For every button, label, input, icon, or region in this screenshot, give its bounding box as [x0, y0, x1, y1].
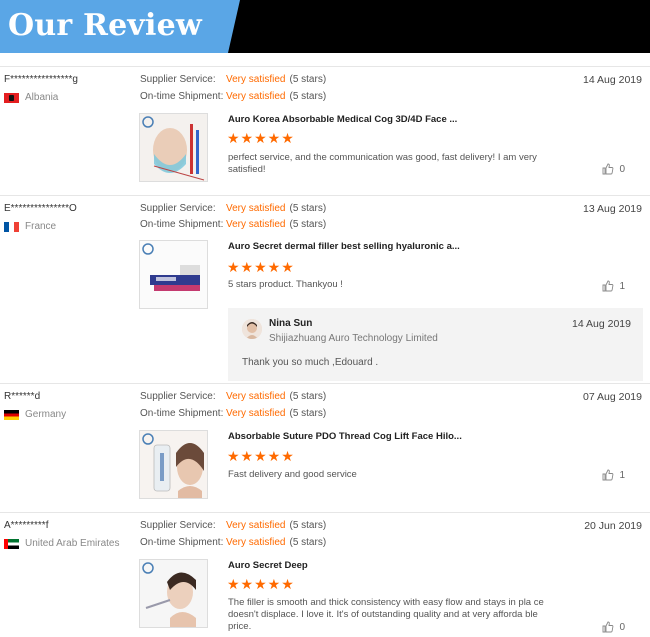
review-text: Fast delivery and good service [228, 469, 357, 480]
shipment-stars: (5 stars) [289, 91, 327, 102]
albania-flag-icon [4, 92, 19, 103]
country-label: United Arab Emirates [25, 538, 120, 549]
supplier-service-row: Supplier Service: Very satisfied (5 stars) [140, 74, 326, 85]
supplier-service-stars: (5 stars) [289, 74, 327, 85]
divider [0, 512, 650, 513]
reply-date: 14 Aug 2019 [572, 318, 631, 330]
product-thumbnail[interactable] [139, 113, 208, 182]
shipment-row: On-time Shipment: Very satisfied (5 stars) [140, 219, 326, 230]
product-thumbnail[interactable] [139, 559, 208, 628]
shipment-stars: (5 stars) [289, 408, 327, 419]
shipment-label: On-time Shipment: [140, 91, 224, 102]
reviewer-country: Albania [4, 92, 58, 103]
reviewer-name: A*********f [4, 520, 49, 531]
supplier-service-row: Supplier Service: Very satisfied (5 stars) [140, 520, 326, 531]
shipment-stars: (5 stars) [289, 219, 327, 230]
shipment-value: Very satisfied [226, 219, 286, 230]
review-date: 20 Jun 2019 [584, 520, 642, 532]
shipment-value: Very satisfied [226, 91, 286, 102]
avatar [242, 319, 262, 339]
review-date: 13 Aug 2019 [583, 203, 642, 215]
reply-company: Shijiazhuang Auro Technology Limited [269, 333, 438, 344]
shipment-row: On-time Shipment: Very satisfied (5 stars) [140, 91, 326, 102]
product-name[interactable]: Auro Secret dermal filler best selling h… [228, 241, 460, 252]
reviewer-country: France [4, 221, 56, 232]
supplier-service-value: Very satisfied [226, 520, 286, 531]
supplier-service-row: Supplier Service: Very satisfied (5 stars) [140, 203, 326, 214]
shipment-label: On-time Shipment: [140, 537, 224, 548]
country-label: France [25, 221, 57, 232]
supplier-service-row: Supplier Service: Very satisfied (5 stars) [140, 391, 326, 402]
shipment-value: Very satisfied [226, 537, 286, 548]
thumbs-up-icon [602, 163, 614, 175]
supplier-service-value: Very satisfied [226, 74, 286, 85]
divider [0, 66, 650, 67]
supplier-service-label: Supplier Service: [140, 520, 216, 531]
like-count: 0 [619, 621, 625, 633]
review-date: 14 Aug 2019 [583, 74, 642, 86]
product-thumbnail[interactable] [139, 430, 208, 499]
like-button[interactable]: 0 [602, 621, 625, 633]
review-text: 5 stars product. Thankyou ! [228, 279, 343, 290]
review-date: 07 Aug 2019 [583, 391, 642, 403]
supplier-service-stars: (5 stars) [289, 391, 327, 402]
shipment-stars: (5 stars) [289, 537, 327, 548]
thumbs-up-icon [602, 469, 614, 481]
country-label: Albania [25, 92, 59, 103]
like-count: 1 [619, 280, 625, 292]
supplier-service-value: Very satisfied [226, 391, 286, 402]
page-title: Our Review [8, 8, 202, 43]
rating-stars: ★★★★★ [227, 448, 295, 464]
supplier-reply: Nina Sun Shijiazhuang Auro Technology Li… [228, 308, 643, 381]
france-flag-icon [4, 221, 19, 232]
review-text: perfect service, and the communication w… [228, 152, 537, 175]
like-count: 1 [619, 469, 625, 481]
like-button[interactable]: 1 [602, 280, 625, 292]
reply-author: Nina Sun [269, 318, 313, 329]
thumbs-up-icon [602, 621, 614, 633]
rating-stars: ★★★★★ [227, 130, 295, 146]
supplier-service-label: Supplier Service: [140, 391, 216, 402]
germany-flag-icon [4, 409, 19, 420]
country-label: Germany [25, 409, 67, 420]
reviewer-name: E***************O [4, 203, 77, 214]
rating-stars: ★★★★★ [227, 576, 295, 592]
reviewer-country: Germany [4, 409, 66, 420]
supplier-service-stars: (5 stars) [289, 203, 327, 214]
shipment-value: Very satisfied [226, 408, 286, 419]
divider [0, 383, 650, 384]
like-button[interactable]: 1 [602, 469, 625, 481]
supplier-service-label: Supplier Service: [140, 203, 216, 214]
product-name[interactable]: Absorbable Suture PDO Thread Cog Lift Fa… [228, 431, 462, 442]
rating-stars: ★★★★★ [227, 259, 295, 275]
like-count: 0 [619, 163, 625, 175]
reviewer-name: F****************g [4, 74, 78, 85]
product-name[interactable]: Auro Korea Absorbable Medical Cog 3D/4D … [228, 114, 457, 125]
shipment-row: On-time Shipment: Very satisfied (5 stars) [140, 408, 326, 419]
review-banner: Our Review [0, 0, 650, 53]
reviewer-name: R******d [4, 391, 41, 402]
supplier-service-value: Very satisfied [226, 203, 286, 214]
product-name[interactable]: Auro Secret Deep [228, 560, 308, 571]
reply-message: Thank you so much ,Edouard . [242, 357, 379, 368]
like-button[interactable]: 0 [602, 163, 625, 175]
uae-flag-icon [4, 538, 19, 549]
supplier-service-label: Supplier Service: [140, 74, 216, 85]
divider [0, 195, 650, 196]
thumbs-up-icon [602, 280, 614, 292]
shipment-label: On-time Shipment: [140, 408, 224, 419]
shipment-row: On-time Shipment: Very satisfied (5 stars) [140, 537, 326, 548]
reviewer-country: United Arab Emirates [4, 538, 120, 549]
shipment-label: On-time Shipment: [140, 219, 224, 230]
supplier-service-stars: (5 stars) [289, 520, 327, 531]
product-thumbnail[interactable] [139, 240, 208, 309]
review-text: The filler is smooth and thick consisten… [228, 597, 544, 632]
